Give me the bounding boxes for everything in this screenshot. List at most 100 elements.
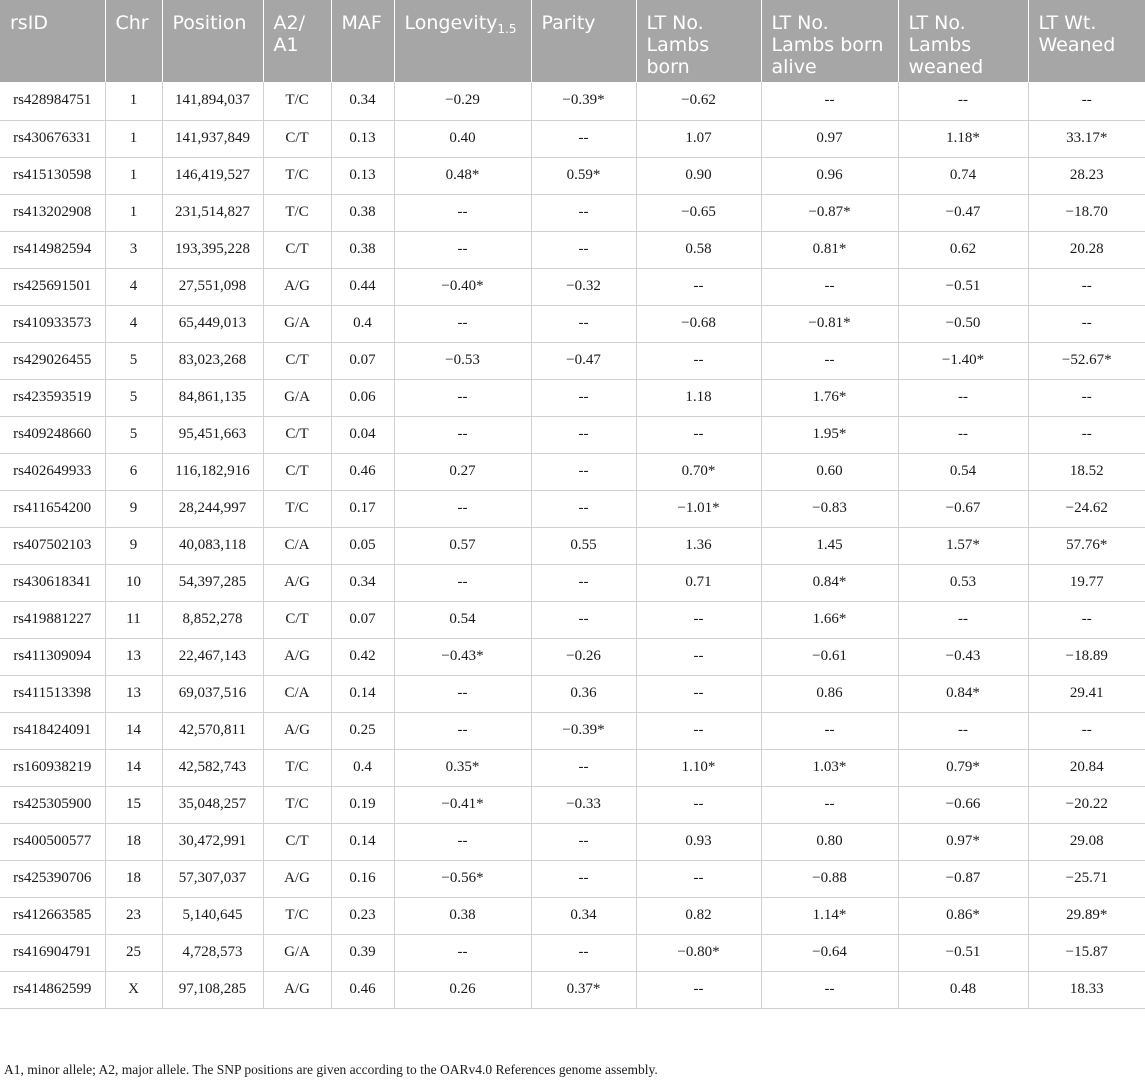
table-cell-alleles: T/C xyxy=(262,82,331,121)
column-header-lt_weaned: LT No. Lambs weaned xyxy=(897,0,1028,82)
table-cell-lt_weaned: −0.87 xyxy=(897,860,1028,898)
table-cell-chr: X xyxy=(104,971,162,1009)
table-cell-lt_born_alive: −0.61 xyxy=(760,638,898,676)
table-cell-chr: 23 xyxy=(104,897,162,935)
table-cell-lt_weaned: -- xyxy=(897,712,1028,750)
column-header-lt_born: LT No. Lambs born xyxy=(635,0,761,82)
table-cell-longevity: −0.43* xyxy=(393,638,531,676)
table-cell-alleles: G/A xyxy=(262,379,331,417)
table-cell-lt_wt_weaned: -- xyxy=(1027,712,1145,750)
table-cell-position: 146,419,527 xyxy=(161,157,263,195)
table-cell-parity: −0.32 xyxy=(530,268,636,306)
column-header-lt_born_alive: LT No. Lambs born alive xyxy=(760,0,898,82)
table-cell-lt_born_alive: 0.86 xyxy=(760,675,898,713)
table-cell-maf: 0.19 xyxy=(330,786,394,824)
table-cell-position: 95,451,663 xyxy=(161,416,263,454)
table-cell-longevity: -- xyxy=(393,934,531,972)
table-cell-lt_wt_weaned: -- xyxy=(1027,268,1145,306)
table-cell-parity: -- xyxy=(530,120,636,158)
table-cell-lt_born: 0.70* xyxy=(635,453,761,491)
table-cell-parity: −0.47 xyxy=(530,342,636,380)
table-cell-rsid: rs416904791 xyxy=(0,934,105,972)
table-body: rs428984751 1 141,894,037 T/C 0.34 −0.29 −0.39… xyxy=(0,82,1145,1009)
table-cell-position: 42,570,811 xyxy=(161,712,263,750)
table-cell-lt_weaned: −0.43 xyxy=(897,638,1028,676)
table-cell-rsid: rs415130598 xyxy=(0,157,105,195)
snp-association-table: rsID Chr Position A2/ A1 MAF Longevity1.5 Pari… xyxy=(0,0,1145,1009)
table-cell-rsid: rs411513398 xyxy=(0,675,105,713)
table-cell-lt_born: 0.93 xyxy=(635,823,761,861)
table-cell-lt_born: 1.18 xyxy=(635,379,761,417)
table-row: rs430618341 10 54,397,285 A/G 0.34 -- -- 0.71 0.… xyxy=(0,564,1145,602)
table-cell-lt_weaned: 1.18* xyxy=(897,120,1028,158)
table-cell-rsid: rs425305900 xyxy=(0,786,105,824)
table-cell-chr: 6 xyxy=(104,453,162,491)
table-cell-alleles: A/G xyxy=(262,712,331,750)
snp-association-table-container: rsID Chr Position A2/ A1 MAF Longevity1.5 Pari… xyxy=(0,0,1145,1009)
table-cell-maf: 0.4 xyxy=(330,749,394,787)
table-cell-position: 141,937,849 xyxy=(161,120,263,158)
table-row: rs428984751 1 141,894,037 T/C 0.34 −0.29 −0.39… xyxy=(0,82,1145,121)
table-row: rs400500577 18 30,472,991 C/T 0.14 -- -- 0.93 0.… xyxy=(0,823,1145,861)
table-cell-lt_born_alive: 1.45 xyxy=(760,527,898,565)
table-cell-lt_born_alive: −0.83 xyxy=(760,490,898,528)
table-cell-maf: 0.05 xyxy=(330,527,394,565)
table-row: rs160938219 14 42,582,743 T/C 0.4 0.35* -- 1.10… xyxy=(0,749,1145,787)
column-header-lt_wt_weaned: LT Wt. Weaned xyxy=(1027,0,1145,82)
table-cell-longevity: 0.40 xyxy=(393,120,531,158)
column-header-label: LT No. Lambs weaned xyxy=(908,12,984,78)
table-cell-position: 84,861,135 xyxy=(161,379,263,417)
table-row: rs409248660 5 95,451,663 C/T 0.04 -- -- -- 1.95*… xyxy=(0,416,1145,454)
table-cell-lt_weaned: −1.40* xyxy=(897,342,1028,380)
table-cell-parity: -- xyxy=(530,860,636,898)
table-cell-alleles: T/C xyxy=(262,490,331,528)
table-cell-parity: -- xyxy=(530,490,636,528)
table-cell-lt_born: -- xyxy=(635,416,761,454)
table-cell-longevity: −0.29 xyxy=(393,82,531,121)
table-cell-lt_wt_weaned: -- xyxy=(1027,379,1145,417)
table-cell-chr: 14 xyxy=(104,749,162,787)
table-cell-longevity: 0.38 xyxy=(393,897,531,935)
table-cell-chr: 5 xyxy=(104,379,162,417)
table-cell-maf: 0.46 xyxy=(330,453,394,491)
table-cell-longevity: -- xyxy=(393,194,531,232)
table-cell-chr: 4 xyxy=(104,305,162,343)
table-cell-parity: 0.37* xyxy=(530,971,636,1009)
table-cell-maf: 0.39 xyxy=(330,934,394,972)
table-cell-rsid: rs402649933 xyxy=(0,453,105,491)
table-cell-lt_born_alive: 1.95* xyxy=(760,416,898,454)
table-cell-lt_born_alive: -- xyxy=(760,268,898,306)
table-cell-rsid: rs430676331 xyxy=(0,120,105,158)
table-cell-maf: 0.38 xyxy=(330,194,394,232)
table-cell-chr: 5 xyxy=(104,342,162,380)
table-cell-lt_born_alive: -- xyxy=(760,712,898,750)
table-cell-longevity: -- xyxy=(393,379,531,417)
table-cell-rsid: rs400500577 xyxy=(0,823,105,861)
table-row: rs411309094 13 22,467,143 A/G 0.42 −0.43* −0.2… xyxy=(0,638,1145,676)
table-cell-lt_wt_weaned: −20.22 xyxy=(1027,786,1145,824)
column-header-subscript: 1.5 xyxy=(497,22,517,36)
table-cell-lt_born_alive: -- xyxy=(760,342,898,380)
table-cell-parity: -- xyxy=(530,823,636,861)
table-cell-lt_weaned: −0.66 xyxy=(897,786,1028,824)
table-cell-rsid: rs413202908 xyxy=(0,194,105,232)
table-cell-lt_born_alive: 0.96 xyxy=(760,157,898,195)
table-cell-chr: 25 xyxy=(104,934,162,972)
table-cell-lt_wt_weaned: 33.17* xyxy=(1027,120,1145,158)
table-cell-position: 5,140,645 xyxy=(161,897,263,935)
table-cell-parity: −0.26 xyxy=(530,638,636,676)
table-cell-maf: 0.07 xyxy=(330,601,394,639)
table-cell-lt_born: 0.82 xyxy=(635,897,761,935)
table-cell-parity: -- xyxy=(530,601,636,639)
column-header-label: rsID xyxy=(10,12,48,34)
table-cell-lt_born_alive: 0.84* xyxy=(760,564,898,602)
column-header-label: Longevity xyxy=(404,12,498,34)
table-cell-longevity: 0.57 xyxy=(393,527,531,565)
table-cell-lt_wt_weaned: −24.62 xyxy=(1027,490,1145,528)
table-cell-position: 8,852,278 xyxy=(161,601,263,639)
column-header-label: Position xyxy=(172,12,247,34)
table-cell-chr: 18 xyxy=(104,860,162,898)
column-header-label: LT No. Lambs born xyxy=(646,12,710,78)
table-cell-longevity: 0.26 xyxy=(393,971,531,1009)
table-cell-lt_born_alive: 0.60 xyxy=(760,453,898,491)
